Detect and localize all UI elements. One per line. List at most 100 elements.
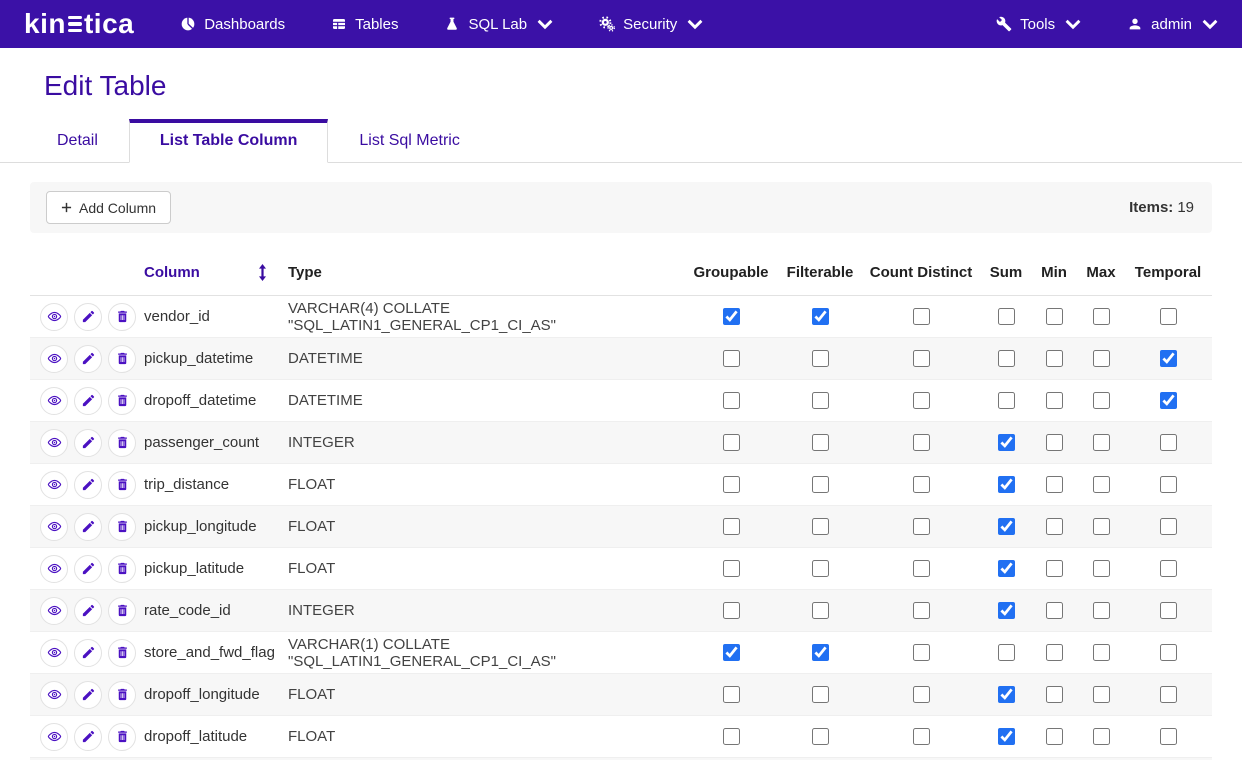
groupable-checkbox[interactable] bbox=[723, 476, 740, 493]
groupable-checkbox[interactable] bbox=[723, 350, 740, 367]
groupable-checkbox[interactable] bbox=[723, 602, 740, 619]
groupable-checkbox[interactable] bbox=[723, 644, 740, 661]
count_distinct-checkbox[interactable] bbox=[913, 728, 930, 745]
delete-column-button[interactable] bbox=[108, 723, 136, 751]
max-checkbox[interactable] bbox=[1093, 686, 1110, 703]
tab-detail[interactable]: Detail bbox=[26, 119, 129, 163]
kinetica-logo[interactable]: kin tica bbox=[24, 10, 134, 38]
temporal-checkbox[interactable] bbox=[1160, 560, 1177, 577]
column-header-label[interactable]: Column bbox=[144, 264, 200, 281]
temporal-checkbox[interactable] bbox=[1160, 686, 1177, 703]
temporal-checkbox[interactable] bbox=[1160, 728, 1177, 745]
min-checkbox[interactable] bbox=[1046, 518, 1063, 535]
view-column-button[interactable] bbox=[40, 471, 68, 499]
sum-checkbox[interactable] bbox=[998, 560, 1015, 577]
filterable-checkbox[interactable] bbox=[812, 686, 829, 703]
filterable-checkbox[interactable] bbox=[812, 350, 829, 367]
delete-column-button[interactable] bbox=[108, 471, 136, 499]
sort-column-control[interactable]: Column bbox=[134, 264, 274, 281]
sort-updown-icon[interactable] bbox=[257, 264, 268, 281]
view-column-button[interactable] bbox=[40, 513, 68, 541]
groupable-checkbox[interactable] bbox=[723, 728, 740, 745]
sum-checkbox[interactable] bbox=[998, 602, 1015, 619]
filterable-checkbox[interactable] bbox=[812, 392, 829, 409]
min-checkbox[interactable] bbox=[1046, 434, 1063, 451]
max-checkbox[interactable] bbox=[1093, 644, 1110, 661]
delete-column-button[interactable] bbox=[108, 681, 136, 709]
edit-column-button[interactable] bbox=[74, 681, 102, 709]
count_distinct-checkbox[interactable] bbox=[913, 686, 930, 703]
edit-column-button[interactable] bbox=[74, 429, 102, 457]
nav-dashboards[interactable]: Dashboards bbox=[180, 16, 285, 33]
temporal-checkbox[interactable] bbox=[1160, 392, 1177, 409]
edit-column-button[interactable] bbox=[74, 303, 102, 331]
view-column-button[interactable] bbox=[40, 387, 68, 415]
count_distinct-checkbox[interactable] bbox=[913, 560, 930, 577]
sum-checkbox[interactable] bbox=[998, 644, 1015, 661]
max-checkbox[interactable] bbox=[1093, 560, 1110, 577]
filterable-checkbox[interactable] bbox=[812, 476, 829, 493]
temporal-checkbox[interactable] bbox=[1160, 308, 1177, 325]
delete-column-button[interactable] bbox=[108, 597, 136, 625]
min-checkbox[interactable] bbox=[1046, 350, 1063, 367]
temporal-checkbox[interactable] bbox=[1160, 350, 1177, 367]
groupable-checkbox[interactable] bbox=[723, 434, 740, 451]
delete-column-button[interactable] bbox=[108, 387, 136, 415]
temporal-checkbox[interactable] bbox=[1160, 518, 1177, 535]
max-checkbox[interactable] bbox=[1093, 392, 1110, 409]
view-column-button[interactable] bbox=[40, 639, 68, 667]
max-checkbox[interactable] bbox=[1093, 518, 1110, 535]
view-column-button[interactable] bbox=[40, 555, 68, 583]
min-checkbox[interactable] bbox=[1046, 308, 1063, 325]
view-column-button[interactable] bbox=[40, 597, 68, 625]
view-column-button[interactable] bbox=[40, 681, 68, 709]
min-checkbox[interactable] bbox=[1046, 644, 1063, 661]
min-checkbox[interactable] bbox=[1046, 476, 1063, 493]
delete-column-button[interactable] bbox=[108, 303, 136, 331]
count_distinct-checkbox[interactable] bbox=[913, 476, 930, 493]
temporal-checkbox[interactable] bbox=[1160, 602, 1177, 619]
temporal-checkbox[interactable] bbox=[1160, 644, 1177, 661]
filterable-checkbox[interactable] bbox=[812, 434, 829, 451]
filterable-checkbox[interactable] bbox=[812, 308, 829, 325]
sum-checkbox[interactable] bbox=[998, 392, 1015, 409]
delete-column-button[interactable] bbox=[108, 639, 136, 667]
min-checkbox[interactable] bbox=[1046, 686, 1063, 703]
view-column-button[interactable] bbox=[40, 345, 68, 373]
edit-column-button[interactable] bbox=[74, 513, 102, 541]
delete-column-button[interactable] bbox=[108, 429, 136, 457]
delete-column-button[interactable] bbox=[108, 513, 136, 541]
min-checkbox[interactable] bbox=[1046, 392, 1063, 409]
sum-checkbox[interactable] bbox=[998, 476, 1015, 493]
view-column-button[interactable] bbox=[40, 429, 68, 457]
min-checkbox[interactable] bbox=[1046, 728, 1063, 745]
count_distinct-checkbox[interactable] bbox=[913, 602, 930, 619]
nav-admin[interactable]: admin bbox=[1127, 16, 1218, 33]
filterable-checkbox[interactable] bbox=[812, 602, 829, 619]
edit-column-button[interactable] bbox=[74, 555, 102, 583]
count_distinct-checkbox[interactable] bbox=[913, 644, 930, 661]
view-column-button[interactable] bbox=[40, 723, 68, 751]
edit-column-button[interactable] bbox=[74, 639, 102, 667]
view-column-button[interactable] bbox=[40, 303, 68, 331]
groupable-checkbox[interactable] bbox=[723, 392, 740, 409]
edit-column-button[interactable] bbox=[74, 597, 102, 625]
count_distinct-checkbox[interactable] bbox=[913, 308, 930, 325]
edit-column-button[interactable] bbox=[74, 471, 102, 499]
max-checkbox[interactable] bbox=[1093, 476, 1110, 493]
tab-list-sql-metric[interactable]: List Sql Metric bbox=[328, 119, 490, 163]
min-checkbox[interactable] bbox=[1046, 602, 1063, 619]
sum-checkbox[interactable] bbox=[998, 686, 1015, 703]
count_distinct-checkbox[interactable] bbox=[913, 518, 930, 535]
max-checkbox[interactable] bbox=[1093, 350, 1110, 367]
min-checkbox[interactable] bbox=[1046, 560, 1063, 577]
edit-column-button[interactable] bbox=[74, 387, 102, 415]
nav-security[interactable]: Security bbox=[599, 16, 703, 33]
sum-checkbox[interactable] bbox=[998, 728, 1015, 745]
edit-column-button[interactable] bbox=[74, 723, 102, 751]
add-column-button[interactable]: Add Column bbox=[46, 191, 171, 224]
max-checkbox[interactable] bbox=[1093, 728, 1110, 745]
max-checkbox[interactable] bbox=[1093, 434, 1110, 451]
sum-checkbox[interactable] bbox=[998, 518, 1015, 535]
groupable-checkbox[interactable] bbox=[723, 518, 740, 535]
